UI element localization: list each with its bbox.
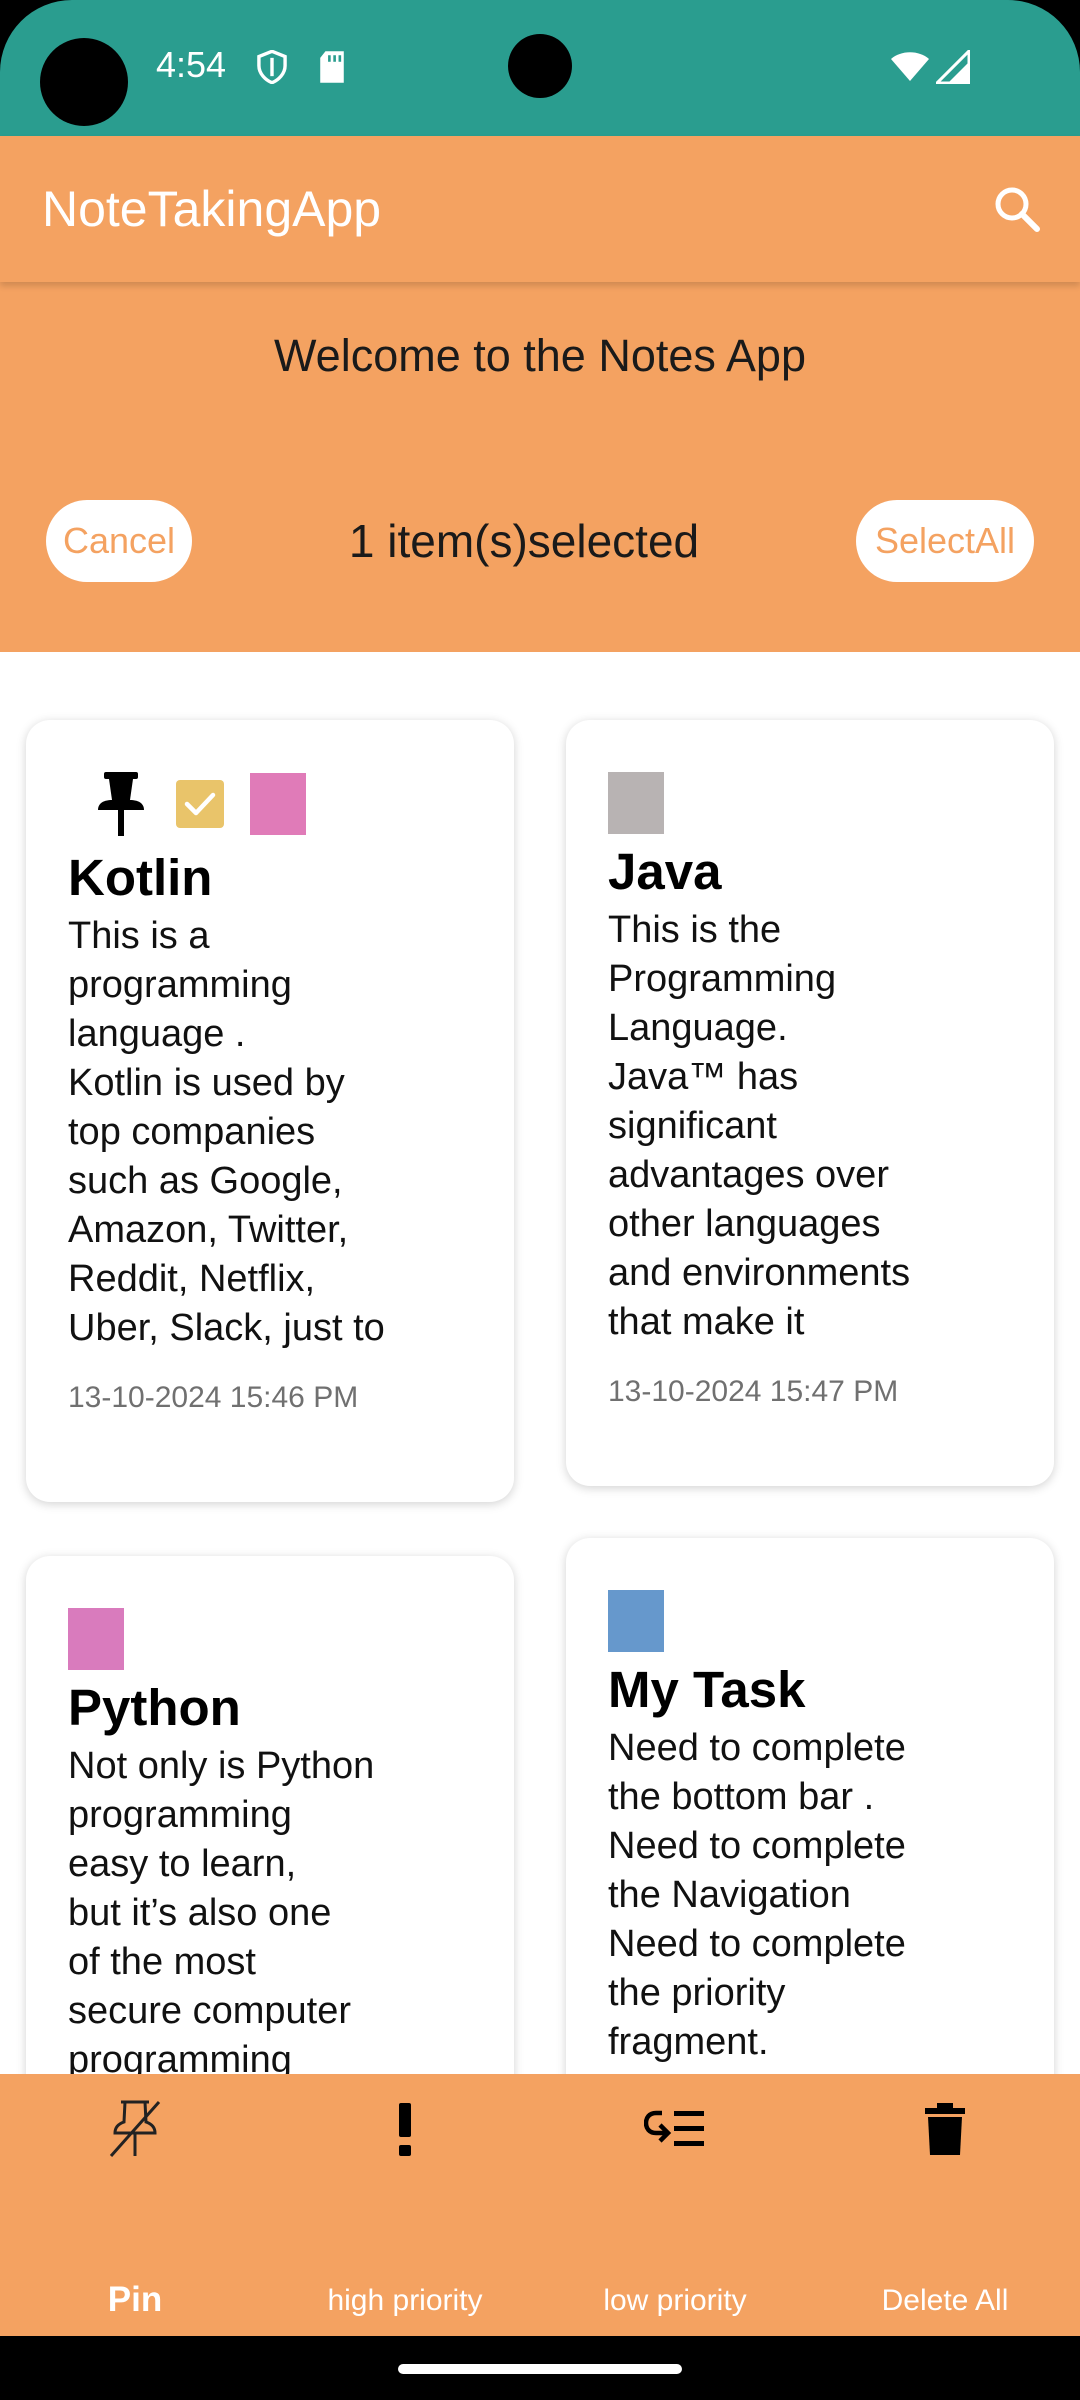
note-color-swatch [250,773,306,835]
note-icon-row [608,1590,1012,1652]
exclamation-icon [399,2103,411,2156]
note-title: Python [68,1679,241,1736]
note-icon-row [608,772,1012,834]
nav-label-high-priority: high priority [327,2284,483,2317]
notes-grid: Kotlin This is a programming language . … [0,652,1080,2074]
nav-label-delete-all: Delete All [881,2284,1009,2317]
status-time: 4:54 [156,44,227,85]
nav-label-low-priority: low priority [603,2284,747,2317]
home-gesture-handle[interactable] [398,2364,682,2374]
shield-icon [257,50,287,84]
nav-high-priority[interactable]: high priority [270,2074,540,2336]
welcome-text: Welcome to the Notes App [274,330,806,381]
nav-delete-all[interactable]: Delete All [810,2074,1080,2336]
note-body: Need to complete the bottom bar . Need t… [608,1727,906,2064]
wifi-icon [891,52,929,81]
note-card-my-task[interactable]: My Task Need to complete the bottom bar … [566,1538,1054,2074]
note-body: This is a programming language . Kotlin … [68,915,385,1350]
note-body: Not only is Python programming easy to l… [68,1745,375,2074]
app-title: NoteTakingApp [42,181,382,237]
note-body: This is the Programming Language. Java™ … [608,909,911,1344]
nav-low-priority[interactable]: low priority [540,2074,810,2336]
note-date: 13-10-2024 15:47 PM [608,1375,899,1409]
search-icon [995,187,1040,232]
note-title: Java [608,843,722,900]
note-color-swatch [68,1608,124,1670]
select-all-button[interactable]: SelectAll [856,500,1034,582]
note-color-swatch [608,772,664,834]
camera-cutout [40,38,128,126]
nav-pin[interactable]: Pin [0,2074,270,2336]
note-card-kotlin[interactable]: Kotlin This is a programming language . … [26,720,514,1502]
note-title: My Task [608,1661,806,1718]
low-priority-icon [644,2110,704,2146]
camera-cutout-center [508,34,572,98]
selected-check-icon[interactable] [176,780,224,828]
app-bar: NoteTakingApp [0,136,1080,282]
bottom-action-bar: Pin high priority low priority Delete Al… [0,2074,1080,2336]
unpin-icon [109,2100,161,2157]
note-title: Kotlin [68,849,213,906]
pin-icon [98,772,144,836]
note-color-swatch [608,1590,664,1652]
nav-label-pin: Pin [107,2280,163,2319]
note-icon-row [68,1608,472,1670]
note-card-python[interactable]: Python Not only is Python programming ea… [26,1556,514,2074]
status-bar: 4:54 [0,0,1080,136]
signal-icon [936,50,970,84]
note-icon-row [68,768,472,840]
trash-icon [925,2103,965,2155]
note-date: 13-10-2024 15:46 PM [68,1381,359,1415]
note-card-java[interactable]: Java This is the Programming Language. J… [566,720,1054,1486]
sd-card-icon [320,51,344,83]
gesture-navigation-area [0,2336,1080,2400]
selection-header: Welcome to the Notes App Cancel 1 item(s… [0,282,1080,652]
search-button[interactable] [982,174,1052,244]
